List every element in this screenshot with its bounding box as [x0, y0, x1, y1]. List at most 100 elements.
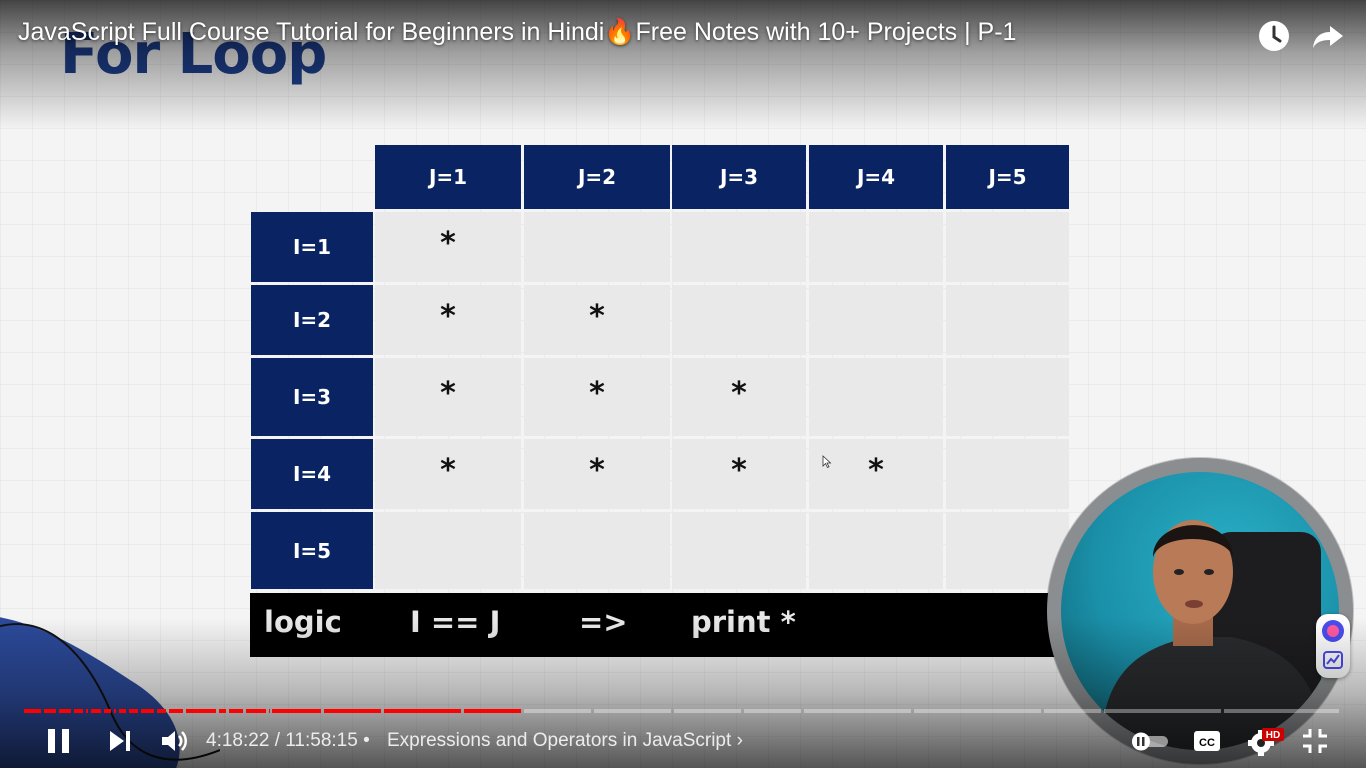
- grid-cell: [375, 512, 521, 589]
- logic-label: logic: [264, 605, 342, 639]
- floating-widget[interactable]: [1316, 614, 1350, 678]
- progress-bar[interactable]: [24, 709, 1342, 713]
- row-header: I=4: [251, 439, 373, 509]
- star-mark: *: [868, 452, 884, 488]
- progress-segment[interactable]: [246, 709, 266, 713]
- progress-segment[interactable]: [229, 709, 243, 713]
- row-header: I=3: [251, 358, 373, 436]
- captions-icon[interactable]: CC: [1193, 730, 1221, 752]
- grid-cell: [946, 439, 1069, 509]
- progress-segment[interactable]: [169, 709, 183, 713]
- col-header: J=2: [524, 145, 670, 209]
- settings-icon[interactable]: HD: [1246, 724, 1286, 758]
- progress-segment[interactable]: [744, 709, 801, 713]
- grid-cell: *: [524, 285, 670, 355]
- progress-segment[interactable]: [464, 709, 521, 713]
- grid-cell: [524, 212, 670, 282]
- progress-segment[interactable]: [74, 709, 83, 713]
- star-mark: *: [589, 298, 605, 334]
- star-mark: *: [440, 452, 456, 488]
- exit-fullscreen-icon[interactable]: [1302, 728, 1328, 754]
- chapter-chevron-icon: ›: [736, 730, 743, 751]
- progress-segment[interactable]: [24, 709, 41, 713]
- progress-segment[interactable]: [59, 709, 71, 713]
- current-time: 4:18:22: [206, 730, 270, 751]
- progress-segment[interactable]: [269, 709, 270, 713]
- row-header: I=2: [251, 285, 373, 355]
- pause-icon[interactable]: [46, 728, 72, 754]
- star-mark: *: [589, 452, 605, 488]
- progress-segment[interactable]: [141, 709, 154, 713]
- mouse-cursor-icon: [822, 455, 832, 469]
- logic-condition: I == J: [410, 605, 501, 639]
- grid-cell: [524, 512, 670, 589]
- star-mark: *: [440, 225, 456, 261]
- volume-icon[interactable]: [160, 728, 188, 754]
- next-icon[interactable]: [108, 730, 132, 752]
- grid-cell: [946, 358, 1069, 436]
- grid-cell: *: [672, 358, 806, 436]
- star-mark: *: [440, 298, 456, 334]
- grid-cell: [809, 285, 943, 355]
- progress-segment[interactable]: [104, 709, 111, 713]
- grid-cell: [809, 212, 943, 282]
- star-mark: *: [440, 375, 456, 411]
- row-header: I=1: [251, 212, 373, 282]
- progress-segment[interactable]: [1104, 709, 1221, 713]
- autoplay-toggle-icon[interactable]: [1128, 730, 1172, 752]
- chapter-title: Expressions and Operators in JavaScript: [387, 730, 732, 751]
- grid-cell: *: [375, 358, 521, 436]
- progress-segment[interactable]: [114, 709, 116, 713]
- grid-cell: [946, 212, 1069, 282]
- captions-label: CC: [1199, 737, 1215, 749]
- watch-later-icon[interactable]: [1256, 18, 1292, 54]
- grid-cell: [946, 285, 1069, 355]
- col-header: J=4: [809, 145, 943, 209]
- progress-segment[interactable]: [119, 709, 126, 713]
- progress-segment[interactable]: [129, 709, 138, 713]
- video-frame[interactable]: For Loop J=1 J=2 J=3 J=4 J=5 I=1 * I=2 * * I=3 * * * I…: [0, 0, 1366, 768]
- progress-segment[interactable]: [594, 709, 671, 713]
- progress-segment[interactable]: [86, 709, 88, 713]
- logic-action: print *: [691, 605, 796, 639]
- grid-cell: *: [809, 439, 943, 509]
- star-mark: *: [589, 375, 605, 411]
- row-header: I=5: [251, 512, 373, 589]
- grid-cell: *: [375, 285, 521, 355]
- grid-cell: *: [524, 439, 670, 509]
- progress-segment[interactable]: [804, 709, 911, 713]
- progress-segment[interactable]: [1044, 709, 1101, 713]
- grid-cell: [672, 212, 806, 282]
- col-header: J=5: [946, 145, 1069, 209]
- progress-segment[interactable]: [324, 709, 381, 713]
- star-mark: *: [731, 375, 747, 411]
- progress-segment[interactable]: [524, 709, 591, 713]
- grid-cell: *: [375, 439, 521, 509]
- progress-segment[interactable]: [44, 709, 56, 713]
- progress-segment[interactable]: [384, 709, 461, 713]
- progress-segment[interactable]: [272, 709, 321, 713]
- svg-text:HD: HD: [1266, 730, 1280, 741]
- player-controls: 4:18:22 / 11:58:15 • Expressions and Ope…: [0, 718, 1366, 764]
- video-title[interactable]: JavaScript Full Course Tutorial for Begi…: [18, 18, 1016, 47]
- record-icon[interactable]: [1322, 620, 1344, 642]
- progress-segment[interactable]: [674, 709, 741, 713]
- grid-cell: [809, 512, 943, 589]
- chart-icon[interactable]: [1323, 651, 1343, 669]
- grid-cell: *: [375, 212, 521, 282]
- time-separator: /: [274, 730, 280, 751]
- grid-cell: [672, 285, 806, 355]
- share-icon[interactable]: [1310, 18, 1346, 54]
- chapter-button[interactable]: Expressions and Operators in JavaScript …: [387, 730, 743, 752]
- progress-segment[interactable]: [186, 709, 216, 713]
- duration: 11:58:15: [285, 730, 358, 751]
- progress-segment[interactable]: [219, 709, 226, 713]
- logic-arrow: =>: [579, 605, 628, 639]
- col-header: J=1: [375, 145, 521, 209]
- progress-segment[interactable]: [914, 709, 1041, 713]
- progress-segment[interactable]: [157, 709, 166, 713]
- col-header: J=3: [672, 145, 806, 209]
- progress-segment[interactable]: [91, 709, 101, 713]
- progress-segment[interactable]: [1224, 709, 1339, 713]
- time-display: 4:18:22 / 11:58:15 •: [206, 730, 370, 752]
